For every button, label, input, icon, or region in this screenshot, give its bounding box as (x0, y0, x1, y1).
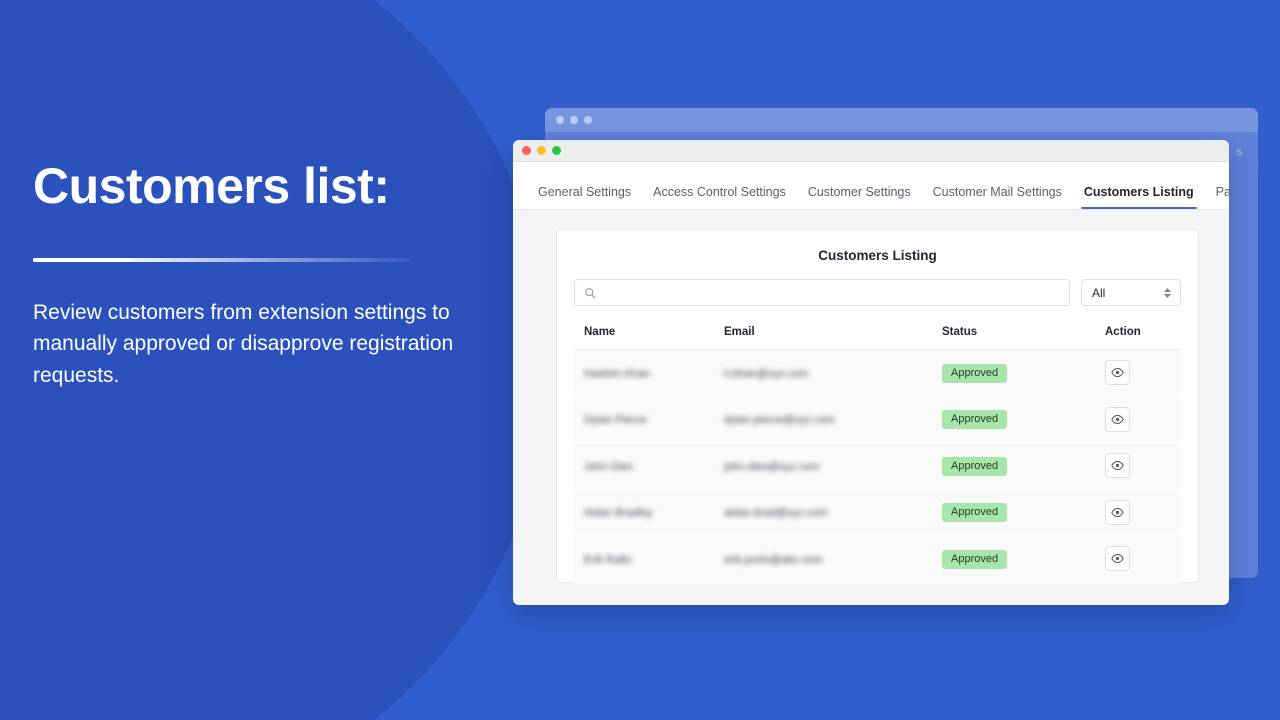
table-row[interactable]: Dylan Pierce dylan.pierce@xyz.com Approv… (574, 397, 1181, 444)
tab-access-control-settings[interactable]: Access Control Settings (642, 186, 797, 210)
status-badge: Approved (942, 550, 1007, 569)
cell-email: dylan.pierce@xyz.com (724, 414, 835, 426)
customers-table: Name Email Status Action Hashim Khan h.k… (574, 320, 1181, 583)
cell-email: h.khan@xyz.com (724, 368, 809, 380)
view-customer-button[interactable] (1105, 360, 1130, 385)
eye-icon (1111, 366, 1124, 379)
table-header-row: Name Email Status Action (574, 320, 1181, 350)
cell-name: Erik Rallo (584, 554, 631, 566)
maximize-icon (584, 116, 592, 124)
eye-icon (1111, 506, 1124, 519)
close-icon (556, 116, 564, 124)
status-badge: Approved (942, 410, 1007, 429)
cell-name: Dylan Pierce (584, 414, 646, 426)
tab-customer-mail-settings[interactable]: Customer Mail Settings (922, 186, 1073, 210)
view-customer-button[interactable] (1105, 453, 1130, 478)
page-title: Customers list: (33, 160, 503, 213)
column-header-action: Action (1105, 326, 1181, 338)
table-row[interactable]: Hashim Khan h.khan@xyz.com Approved (574, 350, 1181, 397)
table-row[interactable]: Erik Rallo erik.porto@abc.com Approved (574, 536, 1181, 583)
table-row[interactable]: John Dies john.dies@xyz.com Approved (574, 443, 1181, 490)
promo-description: Review customers from extension settings… (33, 297, 473, 393)
cell-email: john.dies@xyz.com (724, 461, 820, 473)
minimize-icon[interactable] (537, 146, 546, 155)
window-titlebar (513, 140, 1229, 162)
promo-panel: Customers list: Review customers from ex… (33, 160, 503, 392)
cell-email: aidan.brad@xyz.com (724, 507, 828, 519)
eye-icon (1111, 413, 1124, 426)
cell-email: erik.porto@abc.com (724, 554, 823, 566)
status-badge: Approved (942, 503, 1007, 522)
cell-name: John Dies (584, 461, 633, 473)
close-icon[interactable] (522, 146, 531, 155)
column-header-email: Email (724, 326, 942, 338)
column-header-status: Status (942, 326, 1105, 338)
status-badge: Approved (942, 457, 1007, 476)
search-input[interactable] (574, 279, 1070, 306)
maximize-icon[interactable] (552, 146, 561, 155)
cell-name: Aidan Bradley (584, 507, 653, 519)
app-window: General Settings Access Control Settings… (513, 140, 1229, 605)
background-window-titlebar (545, 108, 1258, 132)
view-customer-button[interactable] (1105, 407, 1130, 432)
title-divider (33, 258, 411, 262)
settings-tab-bar: General Settings Access Control Settings… (513, 162, 1229, 210)
status-badge: Approved (942, 364, 1007, 383)
cell-name: Hashim Khan (584, 368, 650, 380)
view-customer-button[interactable] (1105, 546, 1130, 571)
card-title: Customers Listing (574, 248, 1181, 263)
eye-icon (1111, 459, 1124, 472)
eye-icon (1111, 552, 1124, 565)
column-header-name: Name (574, 326, 724, 338)
filter-row: All (574, 279, 1181, 306)
page-content: Customers Listing All (513, 210, 1229, 605)
customers-listing-card: Customers Listing All (556, 229, 1199, 583)
status-filter-select[interactable]: All (1081, 279, 1181, 306)
search-field-wrapper (574, 279, 1070, 306)
tab-customer-settings[interactable]: Customer Settings (797, 186, 922, 210)
tab-general-settings[interactable]: General Settings (527, 186, 642, 210)
table-row[interactable]: Aidan Bradley aidan.brad@xyz.com Approve… (574, 490, 1181, 537)
status-filter-value: All (1092, 286, 1105, 300)
stepper-updown-icon (1164, 288, 1171, 298)
view-customer-button[interactable] (1105, 500, 1130, 525)
tab-payment-settings[interactable]: Payment Settings (1205, 186, 1229, 210)
tab-customers-listing[interactable]: Customers Listing (1073, 186, 1205, 210)
minimize-icon (570, 116, 578, 124)
